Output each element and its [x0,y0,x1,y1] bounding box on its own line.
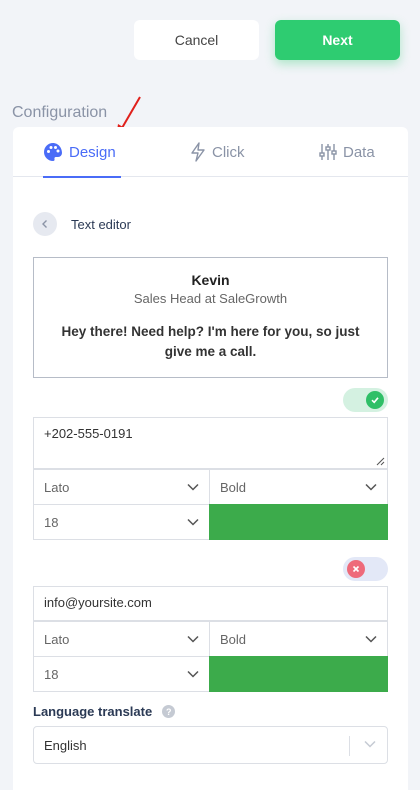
language-label-text: Language translate [33,704,153,719]
email-weight-value: Bold [220,631,247,647]
cancel-button[interactable]: Cancel [134,20,259,60]
chevron-down-icon [365,483,377,491]
select-divider [349,736,350,756]
check-icon [366,391,384,409]
language-label: Language translate ? [33,704,176,719]
tab-design-label: Design [69,143,116,161]
preview-message: Hey there! Need help? I'm here for you, … [61,324,360,359]
bolt-icon [191,142,205,162]
resize-handle-icon[interactable] [375,456,385,466]
email-font-select[interactable]: Lato [33,621,210,657]
chevron-down-icon [187,635,199,643]
chevron-down-icon [365,635,377,643]
email-toggle[interactable] [343,557,388,581]
sliders-icon [319,144,337,160]
language-value: English [44,737,87,753]
email-size-select[interactable]: 18 [33,656,210,692]
phone-size-select[interactable]: 18 [33,504,210,540]
phone-weight-select[interactable]: Bold [209,469,388,505]
preview-name: Kevin [191,272,230,288]
close-icon [347,560,365,578]
phone-color-swatch[interactable] [209,504,388,540]
phone-size-value: 18 [44,514,59,530]
tab-bar: Design Click Data [13,127,408,178]
help-icon[interactable]: ? [162,705,176,718]
tab-click-label: Click [212,143,245,161]
editor-title: Text editor [71,216,131,232]
phone-font-value: Lato [44,479,70,495]
card-preview: Kevin Sales Head at SaleGrowth Hey there… [33,257,388,378]
language-select[interactable]: English [33,726,388,764]
back-button[interactable] [33,212,57,236]
email-field[interactable]: info@yoursite.com [33,586,388,621]
tab-data-label: Data [343,143,375,161]
configuration-panel: Design Click Data Text editor Kevin Sale… [13,127,408,790]
section-title: Configuration [12,104,108,121]
email-color-swatch[interactable] [209,656,388,692]
chevron-down-icon [187,483,199,491]
editor-header: Text editor [33,212,131,236]
palette-icon [44,143,62,161]
tab-design[interactable]: Design [43,127,121,178]
phone-field[interactable]: +202-555-0191 [33,417,388,469]
next-button[interactable]: Next [275,20,400,60]
chevron-down-icon [187,670,199,678]
email-value: info@yoursite.com [44,595,152,610]
tab-click[interactable]: Click [190,127,245,177]
preview-subtitle: Sales Head at SaleGrowth [133,291,288,306]
phone-value: +202-555-0191 [44,426,133,441]
phone-font-select[interactable]: Lato [33,469,210,505]
chevron-down-icon [187,518,199,526]
email-font-value: Lato [44,631,70,647]
chevron-left-icon [42,220,47,228]
chevron-down-icon [364,740,376,748]
tab-data[interactable]: Data [319,127,375,177]
email-size-value: 18 [44,666,59,682]
phone-weight-value: Bold [220,479,247,495]
phone-toggle[interactable] [343,388,388,412]
email-weight-select[interactable]: Bold [209,621,388,657]
